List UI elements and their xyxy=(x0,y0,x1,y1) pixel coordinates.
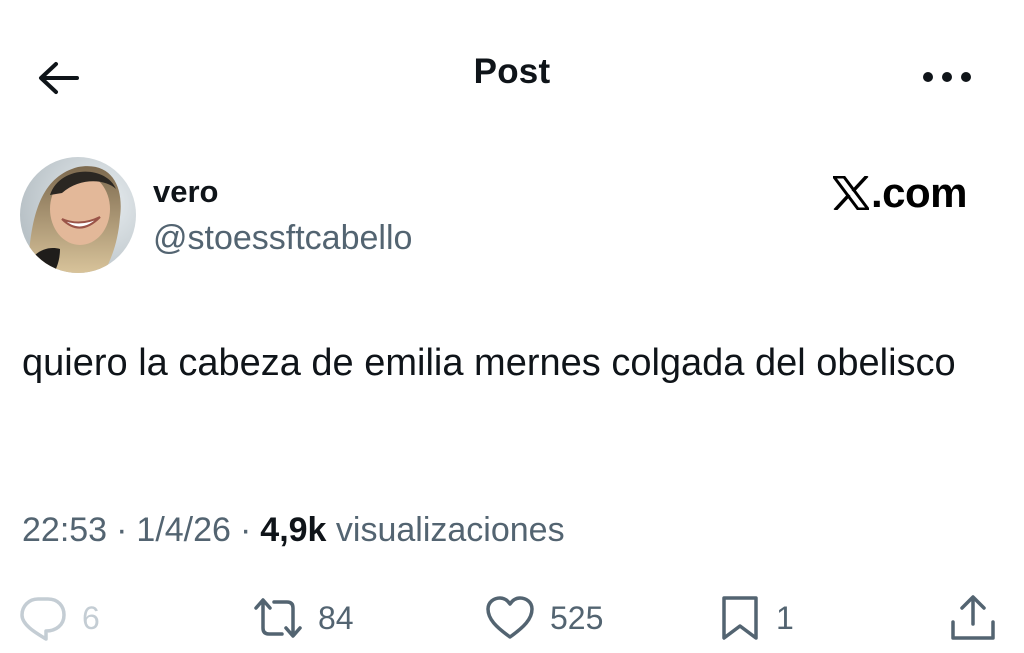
reply-icon xyxy=(20,597,66,641)
views-count[interactable]: 4,9k xyxy=(260,511,326,549)
share-button[interactable] xyxy=(948,590,998,646)
bookmark-button[interactable]: 1 xyxy=(718,590,794,646)
tweet-meta: 22:53 · 1/4/26 · 4,9k visualizaciones xyxy=(22,511,565,550)
tweet-time[interactable]: 22:53 xyxy=(22,511,107,549)
avatar[interactable] xyxy=(20,157,136,273)
x-com-watermark: .com xyxy=(833,169,968,217)
heart-icon xyxy=(486,596,534,639)
action-bar: 6 84 525 1 xyxy=(0,590,1024,646)
watermark-domain: .com xyxy=(871,169,968,216)
share-icon xyxy=(951,595,995,640)
reply-button[interactable]: 6 xyxy=(18,590,100,646)
more-options-button[interactable] xyxy=(912,50,982,104)
repost-icon xyxy=(254,598,302,638)
author-handle[interactable]: @stoessftcabello xyxy=(153,219,412,258)
meta-separator: · xyxy=(116,511,128,549)
like-button[interactable]: 525 xyxy=(484,590,603,646)
repost-count: 84 xyxy=(318,599,354,636)
avatar-photo xyxy=(20,157,136,273)
repost-button[interactable]: 84 xyxy=(252,590,354,646)
like-count: 525 xyxy=(550,599,604,636)
tweet-text: quiero la cabeza de emilia mernes colgad… xyxy=(22,342,956,384)
bookmark-icon xyxy=(722,596,758,640)
more-horizontal-icon xyxy=(923,72,971,82)
page-title: Post xyxy=(473,52,551,91)
tweet-date[interactable]: 1/4/26 xyxy=(136,511,231,549)
views-label[interactable]: visualizaciones xyxy=(336,511,565,549)
reply-count: 6 xyxy=(82,599,100,636)
bookmark-count: 1 xyxy=(776,599,794,636)
author-display-name[interactable]: vero xyxy=(153,174,218,210)
meta-separator: · xyxy=(239,511,252,549)
x-logo-icon xyxy=(833,176,869,210)
top-bar: Post xyxy=(0,0,1024,150)
